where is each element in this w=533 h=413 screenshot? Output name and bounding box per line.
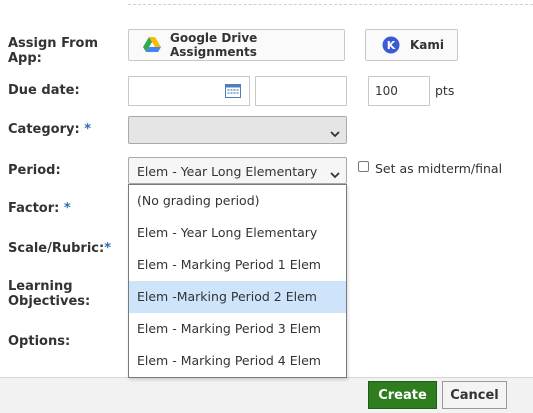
factor-label: Factor: * <box>8 201 71 216</box>
top-divider <box>128 0 533 5</box>
factor-label-text: Factor: <box>8 201 60 216</box>
period-selected-value: Elem - Year Long Elementary <box>137 164 318 179</box>
period-select[interactable]: Elem - Year Long Elementary <box>128 157 347 184</box>
midterm-checkbox[interactable] <box>358 161 369 172</box>
kami-icon: K <box>382 36 400 54</box>
category-label-text: Category: <box>8 122 80 137</box>
due-date-input[interactable] <box>128 76 250 106</box>
chevron-down-icon <box>330 126 340 141</box>
create-button[interactable]: Create <box>368 381 437 409</box>
kami-button[interactable]: K Kami <box>365 29 458 61</box>
period-label: Period: <box>8 163 61 178</box>
due-time-input[interactable] <box>255 76 347 106</box>
learning-objectives-label: Learning Objectives: <box>8 279 91 309</box>
period-option-highlighted[interactable]: Elem -Marking Period 2 Elem <box>129 281 346 313</box>
scale-rubric-label: Scale/Rubric:* <box>8 241 111 256</box>
category-label: Category: * <box>8 122 91 137</box>
period-option[interactable]: Elem - Marking Period 1 Elem <box>129 249 346 281</box>
midterm-label: Set as midterm/final <box>375 161 503 176</box>
scale-rubric-label-text: Scale/Rubric: <box>8 241 105 256</box>
period-option[interactable]: Elem - Marking Period 3 Elem <box>129 313 346 345</box>
factor-required-mark: * <box>63 201 71 216</box>
google-drive-assignments-label: Google Drive Assignments <box>170 31 258 59</box>
category-required-mark: * <box>84 122 92 137</box>
period-option[interactable]: Elem - Year Long Elementary <box>129 217 346 249</box>
period-dropdown-list: (No grading period) Elem - Year Long Ele… <box>128 184 347 378</box>
kami-label: Kami <box>410 38 445 52</box>
period-option[interactable]: Elem - Marking Period 4 Elem <box>129 345 346 377</box>
google-drive-icon <box>143 37 161 53</box>
calendar-icon[interactable] <box>225 83 241 101</box>
due-date-label: Due date: <box>8 83 80 98</box>
points-unit-label: pts <box>435 83 455 98</box>
category-select[interactable] <box>128 116 347 144</box>
period-option[interactable]: (No grading period) <box>129 185 346 217</box>
cancel-button[interactable]: Cancel <box>442 381 507 409</box>
points-input[interactable]: 100 <box>368 76 430 106</box>
assign-from-app-label: Assign From App: <box>8 36 99 66</box>
google-drive-assignments-button[interactable]: Google Drive Assignments <box>128 29 345 61</box>
chevron-down-icon <box>330 167 340 182</box>
options-label: Options: <box>8 334 71 349</box>
scale-rubric-required-mark: * <box>104 241 112 256</box>
kami-icon-letter: K <box>387 39 396 52</box>
